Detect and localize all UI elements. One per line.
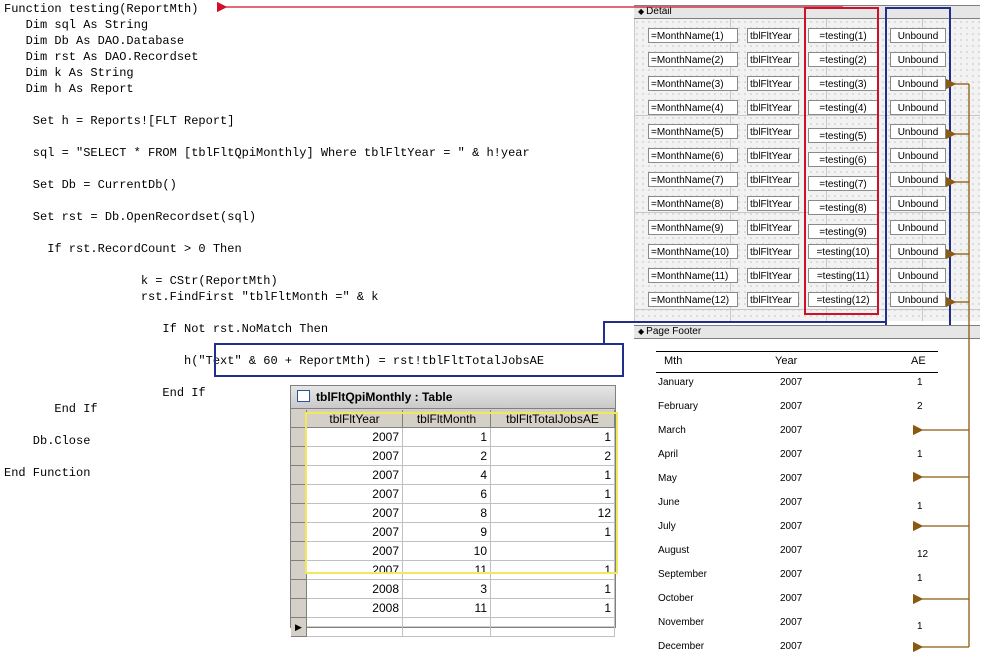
blue-connector-line [603, 321, 885, 343]
connector-arrows [216, 1, 970, 653]
brown-connector-arrows [912, 78, 970, 653]
